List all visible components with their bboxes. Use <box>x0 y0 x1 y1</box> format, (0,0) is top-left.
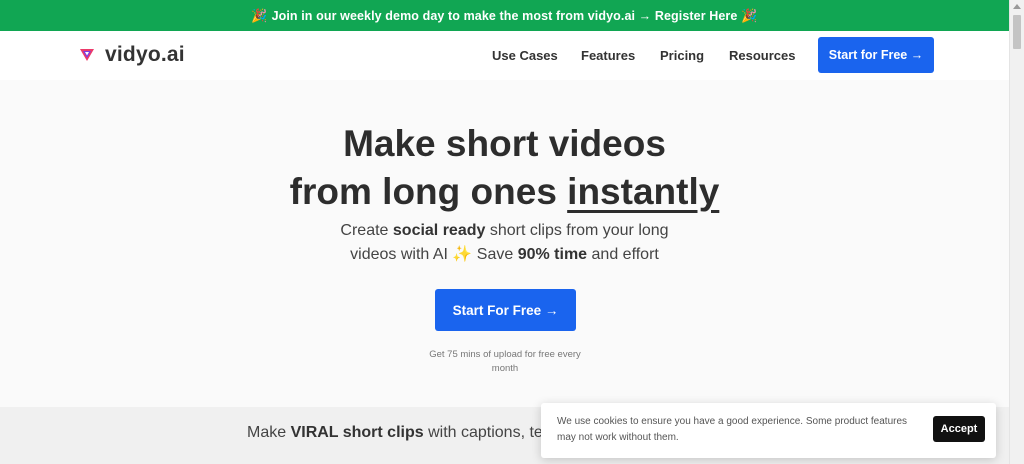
party-popper-icon: 🎉 <box>251 7 268 23</box>
nav-start-free-button[interactable]: Start for Free → <box>818 37 934 73</box>
band-text: with captions, te <box>423 424 543 441</box>
cookie-message: We use cookies to ensure you have a good… <box>557 416 908 443</box>
vertical-scrollbar[interactable] <box>1009 0 1024 464</box>
subtitle-text: Save <box>472 246 518 263</box>
nav-resources[interactable]: Resources <box>729 48 795 63</box>
hero-start-free-button[interactable]: Start For Free → <box>435 289 576 331</box>
subtitle-bold: 90% time <box>517 246 588 263</box>
party-popper-icon: 🎉 <box>741 7 758 23</box>
subtitle-text: videos with AI <box>350 246 453 263</box>
nav-features[interactable]: Features <box>581 48 635 63</box>
top-navbar: vidyo.ai Use Cases Features Pricing Reso… <box>0 31 1009 80</box>
hero-section: Make short videos from long ones instant… <box>0 80 1009 407</box>
vidyo-logo-icon <box>80 49 94 61</box>
band-text: Make <box>247 424 291 441</box>
logo[interactable]: vidyo.ai <box>79 43 185 67</box>
announcement-bar[interactable]: 🎉 Join in our weekly demo day to make th… <box>0 0 1009 31</box>
headline-line-1: Make short videos <box>343 123 666 164</box>
subtitle-bold: social ready <box>392 222 486 239</box>
subtitle-text: short clips from your long <box>485 222 669 239</box>
cookie-accept-button[interactable]: Accept <box>933 416 985 442</box>
subtitle-text: Create <box>340 222 393 239</box>
nav-pricing[interactable]: Pricing <box>660 48 704 63</box>
hero-subtitle: Create social ready short clips from you… <box>0 219 1009 267</box>
scrollbar-thumb[interactable] <box>1013 15 1021 49</box>
announcement-text[interactable]: Join in our weekly demo day to make the … <box>272 9 738 23</box>
cookie-banner: We use cookies to ensure you have a good… <box>541 403 996 458</box>
band-bold-text: VIRAL short clips <box>290 424 424 441</box>
sparkle-icon: ✨ <box>452 246 473 263</box>
headline-underlined-word: instantly <box>567 171 720 212</box>
page: 🎉 Join in our weekly demo day to make th… <box>0 0 1024 464</box>
subtitle-text: and effort <box>587 246 659 263</box>
scroll-up-arrow-icon[interactable] <box>1013 4 1021 9</box>
hero-headline: Make short videos from long ones instant… <box>0 120 1009 216</box>
features-band-text: Make VIRAL short clips with captions, te <box>247 424 543 442</box>
headline-line-2: from long ones <box>289 171 568 212</box>
nav-use-cases[interactable]: Use Cases <box>492 48 558 63</box>
logo-text: vidyo.ai <box>105 43 185 66</box>
free-upload-note: Get 75 mins of upload for free every mon… <box>429 349 581 374</box>
